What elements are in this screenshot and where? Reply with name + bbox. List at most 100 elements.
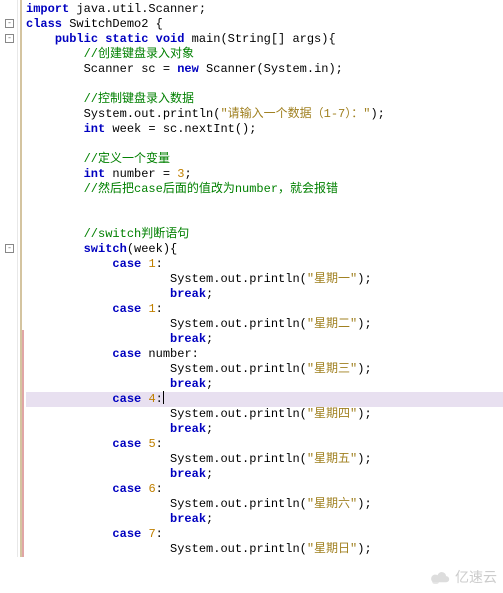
token-string: "星期四" — [307, 407, 357, 421]
token-kw: import — [26, 2, 69, 16]
token-comment: //定义一个变量 — [84, 152, 170, 166]
token-kw: new — [177, 62, 199, 76]
token-num: 4 — [148, 392, 155, 406]
code-line[interactable]: System.out.println("星期五"); — [26, 452, 503, 467]
token-punct: { — [170, 242, 177, 256]
code-line[interactable]: case 1: — [26, 302, 503, 317]
token-kw: break — [170, 287, 206, 301]
code-line[interactable]: System.out.println("星期二"); — [26, 317, 503, 332]
token-kw: break — [170, 512, 206, 526]
token-ident: ; — [206, 467, 213, 481]
token-ident: : — [156, 257, 163, 271]
code-area[interactable]: import java.util.Scanner;class SwitchDem… — [26, 2, 503, 557]
token-string: "星期二" — [307, 317, 357, 331]
code-line[interactable]: public static void main(String[] args){ — [26, 32, 503, 47]
code-line[interactable]: break; — [26, 422, 503, 437]
token-num: 5 — [148, 437, 155, 451]
code-line[interactable] — [26, 197, 503, 212]
token-string: "星期六" — [307, 497, 357, 511]
token-ident: ; — [206, 512, 213, 526]
token-ident: main(String[] args) — [184, 32, 328, 46]
code-line[interactable]: System.out.println("星期一"); — [26, 272, 503, 287]
token-ident: System.out.println( — [84, 107, 221, 121]
token-ident: ); — [357, 452, 371, 466]
token-ident: ; — [206, 377, 213, 391]
code-line[interactable]: //定义一个变量 — [26, 152, 503, 167]
token-kw: break — [170, 332, 206, 346]
code-line[interactable]: case number: — [26, 347, 503, 362]
token-kw: case — [112, 392, 141, 406]
token-kw: break — [170, 377, 206, 391]
code-line[interactable]: System.out.println("星期六"); — [26, 497, 503, 512]
token-ident: : — [156, 527, 163, 541]
token-ident: number = — [105, 167, 177, 181]
code-line[interactable]: break; — [26, 377, 503, 392]
token-ident: System.out.println( — [170, 407, 307, 421]
token-comment: //然后把case后面的值改为number，就会报错 — [84, 182, 338, 196]
code-editor[interactable]: - - - import java.util.Scanner;class Switc… — [0, 0, 503, 557]
code-line[interactable]: case 4: — [26, 392, 503, 407]
code-line[interactable]: int number = 3; — [26, 167, 503, 182]
token-string: "星期三" — [307, 362, 357, 376]
code-line[interactable]: //然后把case后面的值改为number，就会报错 — [26, 182, 503, 197]
token-ident: ); — [370, 107, 384, 121]
code-line[interactable]: System.out.println("星期三"); — [26, 362, 503, 377]
token-ident: ; — [206, 332, 213, 346]
code-line[interactable]: break; — [26, 512, 503, 527]
code-line[interactable]: case 6: — [26, 482, 503, 497]
code-line[interactable]: //switch判断语句 — [26, 227, 503, 242]
token-ident: ; — [206, 287, 213, 301]
code-line[interactable]: break; — [26, 287, 503, 302]
token-ident: : — [156, 392, 163, 406]
code-line[interactable]: int week = sc.nextInt(); — [26, 122, 503, 137]
code-line[interactable] — [26, 77, 503, 92]
token-ident: (week) — [127, 242, 170, 256]
code-line[interactable]: System.out.println("星期日"); — [26, 542, 503, 557]
token-num: 7 — [148, 527, 155, 541]
token-ident: System.out.println( — [170, 452, 307, 466]
token-ident: ); — [357, 542, 371, 556]
code-line[interactable]: case 5: — [26, 437, 503, 452]
code-line[interactable]: switch(week){ — [26, 242, 503, 257]
code-line[interactable]: class SwitchDemo2 { — [26, 17, 503, 32]
token-ident: : — [156, 302, 163, 316]
token-ident: System.out.println( — [170, 362, 307, 376]
fold-toggle-icon[interactable]: - — [5, 34, 14, 43]
token-ident: : — [156, 437, 163, 451]
text-cursor — [163, 391, 164, 404]
fold-toggle-icon[interactable]: - — [5, 19, 14, 28]
token-ident: ); — [357, 407, 371, 421]
code-line[interactable]: //创建键盘录入对象 — [26, 47, 503, 62]
cloud-icon — [429, 570, 451, 584]
token-kw: case — [112, 347, 141, 361]
gutter-modified-bar — [22, 330, 24, 557]
token-ident: : — [156, 482, 163, 496]
token-num: 1 — [148, 257, 155, 271]
code-line[interactable]: case 7: — [26, 527, 503, 542]
token-comment: //switch判断语句 — [84, 227, 190, 241]
token-punct: { — [156, 17, 163, 31]
code-line[interactable]: import java.util.Scanner; — [26, 2, 503, 17]
code-line[interactable]: System.out.println("星期四"); — [26, 407, 503, 422]
code-line[interactable] — [26, 212, 503, 227]
token-ident: java.util.Scanner; — [69, 2, 206, 16]
token-num: 1 — [148, 302, 155, 316]
code-line[interactable]: case 1: — [26, 257, 503, 272]
token-ident: ); — [357, 362, 371, 376]
code-line[interactable]: Scanner sc = new Scanner(System.in); — [26, 62, 503, 77]
token-string: "星期五" — [307, 452, 357, 466]
code-line[interactable] — [26, 137, 503, 152]
code-line[interactable]: break; — [26, 332, 503, 347]
fold-toggle-icon[interactable]: - — [5, 244, 14, 253]
token-kw: case — [112, 527, 141, 541]
token-punct: { — [328, 32, 335, 46]
token-ident: week = sc.nextInt(); — [105, 122, 256, 136]
token-kw: break — [170, 422, 206, 436]
code-line[interactable]: System.out.println("请输入一个数据（1-7）："); — [26, 107, 503, 122]
token-ident: System.out.println( — [170, 497, 307, 511]
token-ident: ); — [357, 317, 371, 331]
code-line[interactable]: break; — [26, 467, 503, 482]
code-line[interactable]: //控制键盘录入数据 — [26, 92, 503, 107]
token-ident: System.out.println( — [170, 317, 307, 331]
token-kw: case — [112, 482, 141, 496]
